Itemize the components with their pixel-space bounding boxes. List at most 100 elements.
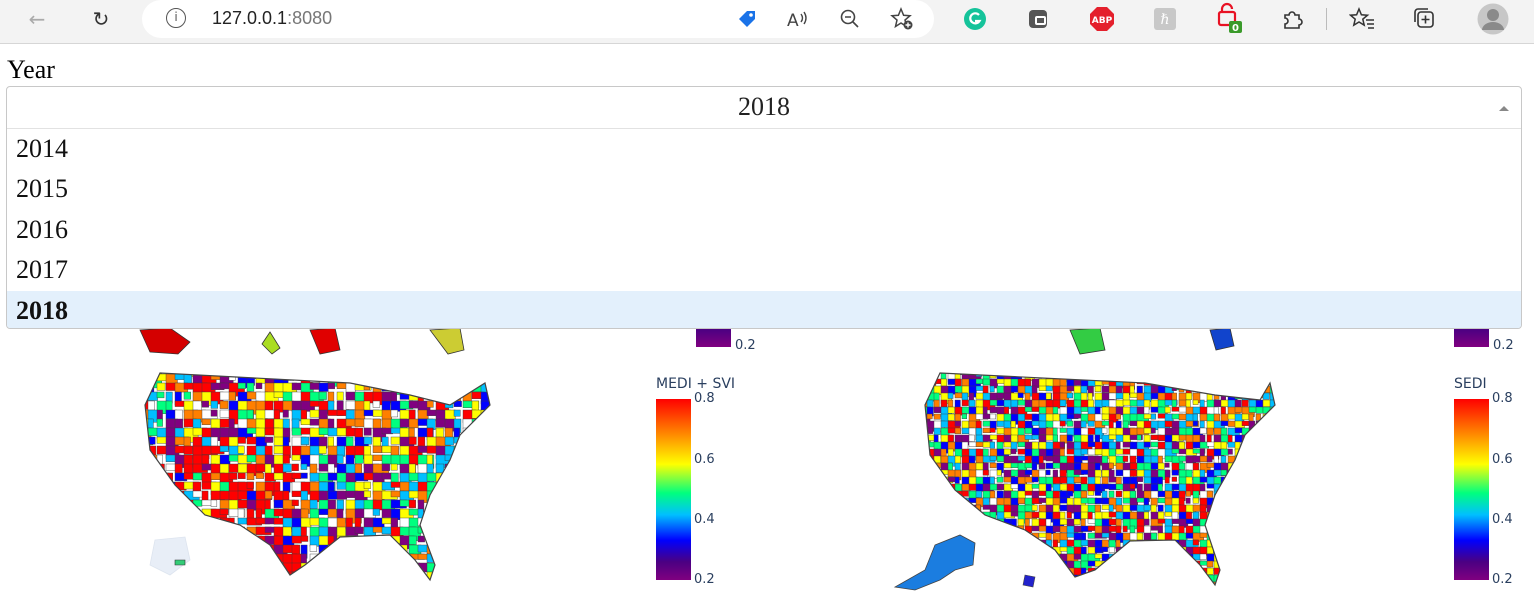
county-cell[interactable]	[926, 511, 939, 517]
county-cell[interactable]	[1262, 497, 1270, 509]
county-cell[interactable]	[390, 409, 398, 418]
county-cell[interactable]	[480, 508, 490, 515]
county-cell[interactable]	[1150, 372, 1163, 382]
county-cell[interactable]	[1129, 483, 1136, 489]
county-cell[interactable]	[920, 532, 931, 544]
county-cell[interactable]	[471, 472, 479, 481]
county-cell[interactable]	[1024, 392, 1031, 402]
county-cell[interactable]	[1017, 413, 1025, 422]
county-cell[interactable]	[237, 517, 247, 525]
county-cell[interactable]	[399, 571, 408, 585]
county-cell[interactable]	[975, 539, 982, 546]
county-cell[interactable]	[1255, 532, 1263, 542]
county-cell[interactable]	[1003, 581, 1017, 590]
county-cell[interactable]	[1262, 365, 1269, 377]
county-cell[interactable]	[1165, 589, 1176, 595]
county-cell[interactable]	[1010, 385, 1018, 393]
county-cell[interactable]	[211, 590, 220, 595]
county-cell[interactable]	[1087, 525, 1096, 531]
county-cell[interactable]	[1024, 532, 1031, 539]
county-cell[interactable]	[1171, 567, 1184, 579]
county-cell[interactable]	[926, 413, 933, 420]
county-cell[interactable]	[975, 365, 987, 374]
county-cell[interactable]	[1185, 567, 1199, 573]
county-cell[interactable]	[1024, 560, 1036, 572]
county-cell[interactable]	[363, 544, 374, 558]
county-cell[interactable]	[399, 365, 413, 379]
county-cell[interactable]	[318, 391, 327, 400]
county-cell[interactable]	[202, 590, 218, 595]
county-cell[interactable]	[1284, 519, 1285, 527]
county-cell[interactable]	[892, 435, 903, 446]
county-cell[interactable]	[1206, 490, 1213, 498]
county-cell[interactable]	[913, 512, 923, 520]
county-cell[interactable]	[1248, 504, 1260, 514]
county-cell[interactable]	[201, 490, 209, 502]
county-cell[interactable]	[1199, 448, 1205, 457]
county-cell[interactable]	[1178, 462, 1186, 470]
county-cell[interactable]	[1172, 365, 1183, 371]
county-cell[interactable]	[961, 581, 971, 589]
county-choropleth-map-right[interactable]	[885, 365, 1285, 600]
county-cell[interactable]	[955, 596, 964, 600]
county-cell[interactable]	[892, 414, 901, 422]
county-cell[interactable]	[1284, 505, 1285, 513]
county-cell[interactable]	[1004, 365, 1012, 373]
county-cell[interactable]	[892, 526, 898, 536]
county-cell[interactable]	[969, 365, 974, 371]
county-cell[interactable]	[947, 574, 953, 584]
county-cell[interactable]	[489, 553, 500, 568]
county-cell[interactable]	[933, 518, 947, 529]
county-cell[interactable]	[238, 365, 253, 371]
county-cell[interactable]	[1115, 581, 1128, 592]
county-cell[interactable]	[435, 373, 446, 382]
county-cell[interactable]	[899, 456, 909, 462]
county-cell[interactable]	[1116, 589, 1126, 595]
county-cell[interactable]	[1171, 560, 1183, 568]
county-cell[interactable]	[1129, 469, 1138, 477]
county-cell[interactable]	[426, 365, 434, 378]
county-cell[interactable]	[1011, 365, 1021, 371]
county-cell[interactable]	[1220, 497, 1233, 507]
county-cell[interactable]	[899, 519, 911, 525]
county-cell[interactable]	[174, 499, 190, 513]
county-cell[interactable]	[913, 533, 921, 539]
county-cell[interactable]	[130, 419, 138, 428]
county-cell[interactable]	[892, 561, 902, 570]
county-cell[interactable]	[933, 406, 942, 413]
county-cell[interactable]	[453, 382, 469, 396]
county-cell[interactable]	[1234, 581, 1246, 589]
county-cell[interactable]	[1143, 546, 1153, 557]
county-cell[interactable]	[1277, 456, 1285, 463]
county-cell[interactable]	[1284, 400, 1285, 407]
county-cell[interactable]	[940, 525, 948, 531]
county-cell[interactable]	[906, 428, 911, 437]
county-cell[interactable]	[1094, 406, 1101, 415]
county-cell[interactable]	[166, 590, 177, 595]
county-cell[interactable]	[1129, 365, 1141, 376]
county-cell[interactable]	[969, 589, 974, 597]
county-cell[interactable]	[489, 463, 500, 476]
county-cell[interactable]	[1269, 420, 1275, 432]
county-cell[interactable]	[906, 505, 917, 511]
county-cell[interactable]	[175, 581, 189, 590]
county-cell[interactable]	[1150, 553, 1161, 563]
county-cell[interactable]	[148, 590, 154, 595]
county-cell[interactable]	[920, 596, 927, 600]
county-cell[interactable]	[1213, 539, 1223, 549]
county-cell[interactable]	[183, 517, 193, 529]
county-cell[interactable]	[1067, 589, 1073, 598]
county-cell[interactable]	[453, 373, 470, 381]
county-cell[interactable]	[1066, 365, 1073, 375]
county-cell[interactable]	[1234, 365, 1246, 375]
county-cell[interactable]	[1122, 455, 1129, 462]
county-cell[interactable]	[1046, 365, 1056, 372]
county-cell[interactable]	[989, 385, 995, 393]
county-cell[interactable]	[156, 418, 163, 427]
county-cell[interactable]	[1010, 399, 1019, 409]
county-cell[interactable]	[354, 535, 369, 544]
county-cell[interactable]	[417, 373, 430, 384]
county-cell[interactable]	[892, 449, 899, 455]
county-cell[interactable]	[1164, 553, 1170, 560]
county-cell[interactable]	[1150, 581, 1162, 588]
